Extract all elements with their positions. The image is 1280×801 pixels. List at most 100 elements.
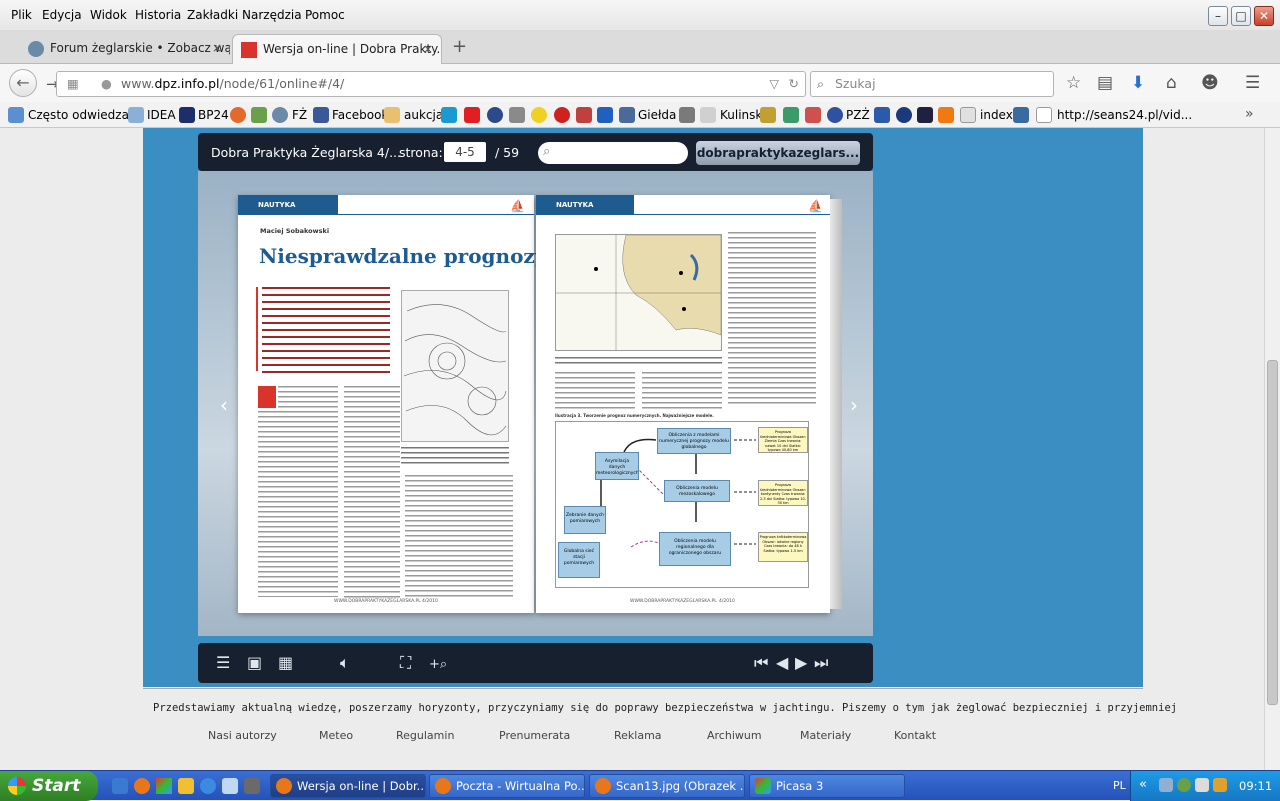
sw-icon[interactable] xyxy=(597,107,613,123)
quicklaunch-misc-icon[interactable] xyxy=(244,778,260,794)
task-firefox-dpz[interactable]: Wersja on-line | Dobr... xyxy=(270,774,426,798)
bookmark-fz[interactable]: FŻ xyxy=(292,108,307,122)
footer-link-materialy[interactable]: Materiały xyxy=(800,729,851,742)
next-page-arrow-icon[interactable]: › xyxy=(850,395,858,415)
new-tab-button[interactable]: + xyxy=(452,36,467,57)
bookmark-seans[interactable]: http://seans24.pl/vid... xyxy=(1057,108,1192,122)
next-page-icon[interactable]: ▶ xyxy=(795,654,807,672)
viewer-search-input[interactable]: ⌕ xyxy=(538,142,688,164)
quicklaunch-firefox-icon[interactable] xyxy=(134,778,150,794)
minimize-icon[interactable]: – xyxy=(1208,6,1228,26)
dropdown-icon[interactable]: ▽ xyxy=(769,72,779,96)
footer-link-prenumerata[interactable]: Prenumerata xyxy=(499,729,570,742)
tray-expand-icon[interactable]: « xyxy=(1139,777,1147,792)
quicklaunch-desktop-icon[interactable] xyxy=(222,778,238,794)
sound-icon[interactable]: 🔈︎ xyxy=(340,654,350,672)
bookmark-grey-icon[interactable] xyxy=(509,107,525,123)
home-icon[interactable]: ⌂ xyxy=(1166,73,1177,93)
menu-widok[interactable]: Widok xyxy=(90,8,127,22)
tray-security-icon[interactable] xyxy=(1177,778,1191,792)
task-firefox-scan[interactable]: Scan13.jpg (Obrazek ... xyxy=(589,774,745,798)
task-picasa[interactable]: Picasa 3 xyxy=(749,774,905,798)
bookmark-teal-icon[interactable] xyxy=(783,107,799,123)
menu-historia[interactable]: Historia xyxy=(135,8,181,22)
previous-page-icon[interactable]: ◀ xyxy=(776,654,788,672)
scrollbar-thumb[interactable] xyxy=(1267,360,1278,705)
quicklaunch-folder-icon[interactable] xyxy=(178,778,194,794)
quicklaunch-app-icon[interactable] xyxy=(112,778,128,794)
bookmark-page-icon[interactable]: ▣ xyxy=(247,654,262,672)
tab-forum[interactable]: Forum żeglarskie • Zobacz wą... × xyxy=(20,34,230,64)
bookmark-gielda[interactable]: Giełda xyxy=(638,108,676,122)
bookmark-kulinski[interactable]: Kulinski xyxy=(720,108,766,122)
menu-pomoc[interactable]: Pomoc xyxy=(305,8,345,22)
last-page-icon[interactable]: ⏭ xyxy=(814,654,828,672)
bookmark-yellow-icon[interactable] xyxy=(531,107,547,123)
chat-icon[interactable]: ☻ xyxy=(1201,73,1219,93)
amazon-icon[interactable] xyxy=(938,107,954,123)
tray-network-icon[interactable] xyxy=(1159,778,1173,792)
bookmark-mixed-icon[interactable] xyxy=(805,107,821,123)
youtube-icon[interactable] xyxy=(464,107,480,123)
bookmark-star-icon[interactable]: ☆ xyxy=(1066,73,1081,93)
bookmark-dark-red-icon[interactable] xyxy=(576,107,592,123)
bookmark-gold-icon[interactable] xyxy=(760,107,776,123)
bookmark-navy-icon[interactable] xyxy=(874,107,890,123)
reload-icon[interactable]: ↻ xyxy=(789,72,799,96)
lifebuoy-icon[interactable] xyxy=(230,107,246,123)
bookmark-red-icon[interactable] xyxy=(554,107,570,123)
footer-link-kontakt[interactable]: Kontakt xyxy=(894,729,936,742)
download-icon[interactable]: ⬇ xyxy=(1131,73,1145,93)
footer-link-reklama[interactable]: Reklama xyxy=(614,729,662,742)
bookmark-bp24[interactable]: BP24 xyxy=(198,108,229,122)
bookmark-globe-icon[interactable] xyxy=(896,107,912,123)
quicklaunch-ie-icon[interactable] xyxy=(200,778,216,794)
close-window-icon[interactable]: ✕ xyxy=(1254,6,1274,26)
footer-link-meteo[interactable]: Meteo xyxy=(319,729,353,742)
footer-link-archiwum[interactable]: Archiwum xyxy=(707,729,762,742)
scrollbar[interactable] xyxy=(1264,128,1280,770)
first-page-icon[interactable]: ⏮ xyxy=(754,654,768,672)
thumbnails-grid-icon[interactable]: ▦ xyxy=(278,654,293,672)
menu-edycja[interactable]: Edycja xyxy=(42,8,82,22)
hamburger-menu-icon[interactable]: ☰ xyxy=(1245,73,1260,93)
sail-icon[interactable] xyxy=(487,107,503,123)
bookmark-facebook[interactable]: Facebook xyxy=(332,108,388,122)
monitor-icon[interactable] xyxy=(1013,107,1029,123)
anchor-icon[interactable] xyxy=(679,107,695,123)
reading-list-icon[interactable]: ▤ xyxy=(1097,73,1113,93)
prev-page-arrow-icon[interactable]: ‹ xyxy=(220,395,228,415)
menu-narzedzia[interactable]: Narzędzia xyxy=(242,8,302,22)
tab-wersja-online[interactable]: Wersja on-line | Dobra Prakty... × xyxy=(232,34,442,64)
footer-link-regulamin[interactable]: Regulamin xyxy=(396,729,454,742)
bookmark-aukcja[interactable]: aukcja xyxy=(404,108,443,122)
quicklaunch-picasa-icon[interactable] xyxy=(156,778,172,794)
tray-volume-icon[interactable] xyxy=(1195,778,1209,792)
bookmark-blue-icon[interactable] xyxy=(441,107,457,123)
fullscreen-icon[interactable]: ⛶ xyxy=(400,654,411,672)
bookmark-pzz[interactable]: PZŻ xyxy=(846,108,870,122)
maximize-icon[interactable]: □ xyxy=(1231,6,1251,26)
language-indicator[interactable]: PL xyxy=(1113,779,1126,792)
search-input[interactable]: ⌕ Szukaj xyxy=(810,71,1054,97)
bookmark-index[interactable]: index xyxy=(980,108,1013,122)
bookmark-czesto[interactable]: Często odwiedzane xyxy=(28,108,144,122)
footer-link-authors[interactable]: Nasi autorzy xyxy=(208,729,277,742)
tray-app-icon[interactable] xyxy=(1213,778,1227,792)
task-firefox-poczta[interactable]: Poczta - Wirtualna Po... xyxy=(429,774,585,798)
start-button[interactable]: Start xyxy=(0,771,98,801)
menu-plik[interactable]: Plik xyxy=(11,8,32,22)
bookmark-dark-icon[interactable] xyxy=(917,107,933,123)
page-menu-icon[interactable]: ▦ xyxy=(67,72,79,96)
back-arrow-icon[interactable]: ← xyxy=(9,69,37,97)
close-tab-icon[interactable]: × xyxy=(423,35,433,63)
bookmark-green-icon[interactable] xyxy=(251,107,267,123)
bookmark-idea[interactable]: IDEA xyxy=(147,108,176,122)
table-of-contents-icon[interactable]: ☰ xyxy=(216,654,230,672)
url-bar[interactable]: ▦ ● www.dpz.info.pl/node/61/online#/4/ ▽… xyxy=(56,71,806,97)
close-tab-icon[interactable]: × xyxy=(212,34,222,62)
more-bookmarks-icon[interactable]: » xyxy=(1245,106,1254,122)
zoom-icon[interactable]: +⌕ xyxy=(429,656,447,674)
site-link-button[interactable]: dobrapraktykazeglars... xyxy=(696,141,860,165)
page-number-input[interactable]: 4-5 xyxy=(444,142,486,162)
